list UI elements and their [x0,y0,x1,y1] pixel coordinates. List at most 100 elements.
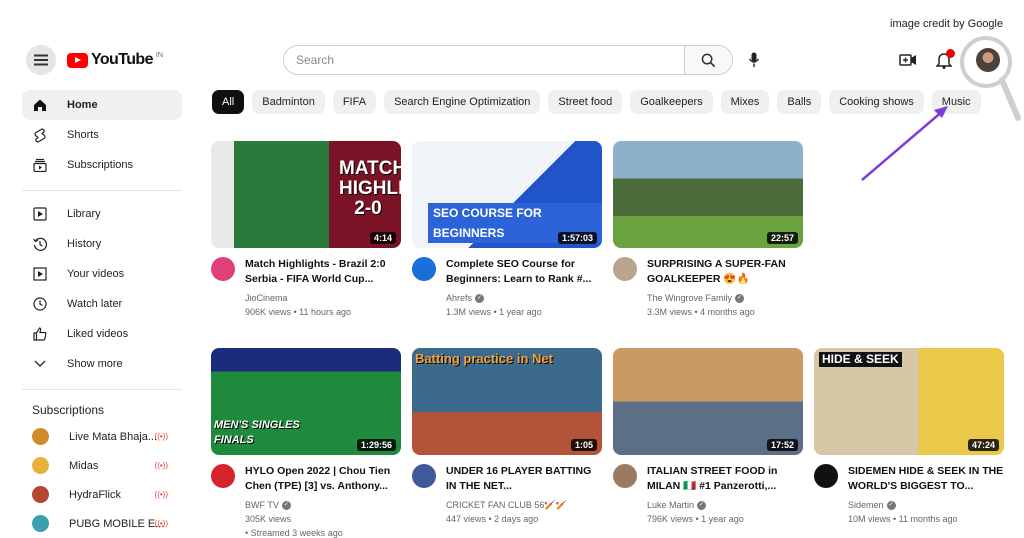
sidebar-item-library[interactable]: Library [22,199,182,229]
sidebar-item-liked-videos[interactable]: Liked videos [22,319,182,349]
video-thumbnail[interactable]: HIDE & SEEK 47:24 [814,348,1004,455]
shorts-icon [32,127,48,143]
channel-name[interactable]: Ahrefs [446,293,472,303]
sidebar-divider [22,389,182,390]
subscription-item[interactable]: HydraFlick ((•)) [22,480,182,509]
channel-avatar[interactable] [211,257,235,281]
sidebar-item-label: Your videos [67,268,125,280]
video-card[interactable]: 22:57 SURPRISING A SUPER-FAN GOALKEEPER … [613,141,803,319]
search-icon [701,53,716,67]
image-credit: image credit by Google [890,18,1004,30]
logo-country-code: IN [155,51,163,59]
sidebar-item-label: Home [67,99,98,111]
sidebar-item-watch-later[interactable]: Watch later [22,289,182,319]
channel-avatar[interactable] [814,464,838,488]
video-card[interactable]: MATCH HIGHLIGHTS 2-0 4:14 Match Highligh… [211,141,401,319]
youtube-play-icon [67,52,88,68]
hamburger-icon [34,59,48,61]
video-card[interactable]: SEO COURSE FOR BEGINNERS 1:57:03 Complet… [412,141,602,319]
sidebar-item-label: Subscriptions [67,159,134,171]
thumbnail-caption: MEN'S SINGLES FINALS [214,419,300,446]
channel-name[interactable]: Luke Martin [647,500,694,510]
sidebar-item-home[interactable]: Home [22,90,182,120]
video-card[interactable]: HIDE & SEEK 47:24 SIDEMEN HIDE & SEEK IN… [814,348,1004,526]
video-thumbnail[interactable]: 22:57 [613,141,803,248]
channel-name[interactable]: Sidemen [848,500,884,510]
video-duration: 4:14 [369,232,396,244]
chip-mixes[interactable]: Mixes [720,90,770,114]
video-duration: 1:29:56 [356,439,396,451]
search-button[interactable] [684,46,732,74]
subscription-item[interactable]: Live Mata Bhaja... ((•)) [22,422,182,451]
live-icon: ((•)) [154,490,168,499]
chip-balls[interactable]: Balls [777,90,822,114]
sidebar-item-subscriptions[interactable]: Subscriptions [22,150,182,180]
channel-name[interactable]: CRICKET FAN CLUB 56🏏🏏 [446,498,602,512]
channel-avatar[interactable] [613,257,637,281]
chip-goalkeepers[interactable]: Goalkeepers [630,90,713,114]
search-input[interactable] [284,46,684,74]
chip-badminton[interactable]: Badminton [252,90,325,114]
sidebar-item-history[interactable]: History [22,229,182,259]
video-card[interactable]: 17:52 ITALIAN STREET FOOD in MILAN 🇮🇹 #1… [613,348,803,526]
your-videos-icon [32,266,48,282]
video-thumbnail[interactable]: SEO COURSE FOR BEGINNERS 1:57:03 [412,141,602,248]
video-thumbnail[interactable]: Batting practice in Net 1:05 [412,348,602,455]
subscription-label: HydraFlick [69,488,121,501]
sidebar-item-label: History [67,238,102,250]
video-duration: 17:52 [766,439,798,451]
subscriptions-icon [32,157,48,173]
chip-seo[interactable]: Search Engine Optimization [384,90,541,114]
voice-search-button[interactable] [739,45,769,75]
channel-avatar[interactable] [412,257,436,281]
video-stats: 305K views [245,514,292,524]
video-stats: 447 views • 2 days ago [446,514,539,524]
sidebar-item-label: Watch later [67,298,123,310]
video-title[interactable]: UNDER 16 PLAYER BATTING IN THE NET... [446,464,602,494]
video-duration: 1:05 [570,439,597,451]
subscription-item[interactable]: Midas ((•)) [22,451,182,480]
youtube-logo[interactable]: YouTube IN [67,51,163,69]
channel-avatar [32,457,49,474]
sidebar-item-show-more[interactable]: Show more [22,349,182,379]
chip-fifa[interactable]: FIFA [332,90,377,114]
video-title[interactable]: Match Highlights - Brazil 2:0 Serbia - F… [245,257,401,287]
video-title[interactable]: HYLO Open 2022 | Chou Tien Chen (TPE) [3… [245,464,401,494]
channel-name[interactable]: BWF TV [245,500,279,510]
sidebar-item-label: Liked videos [67,328,129,340]
thumbnail-caption: Batting practice in Net [415,351,553,366]
video-title[interactable]: SURPRISING A SUPER-FAN GOALKEEPER 😍🔥 [647,257,803,287]
sidebar-item-label: Library [67,208,101,220]
sidebar-item-shorts[interactable]: Shorts [22,120,182,150]
sidebar-item-label: Shorts [67,129,99,141]
verified-icon: ✓ [697,501,707,511]
video-card[interactable]: MEN'S SINGLES FINALS 1:29:56 HYLO Open 2… [211,348,401,538]
chip-all[interactable]: All [212,90,245,114]
channel-avatar[interactable] [613,464,637,488]
video-thumbnail[interactable]: MEN'S SINGLES FINALS 1:29:56 [211,348,401,455]
video-title[interactable]: SIDEMEN HIDE & SEEK IN THE WORLD'S BIGGE… [848,464,1004,494]
live-icon: ((•)) [154,432,168,441]
video-stream-date: • Streamed 3 weeks ago [245,528,343,538]
create-button[interactable] [896,48,920,72]
video-stats: 10M views • 11 months ago [848,514,958,524]
video-title[interactable]: ITALIAN STREET FOOD in MILAN 🇮🇹 #1 Panze… [647,464,803,494]
video-card[interactable]: Batting practice in Net 1:05 UNDER 16 PL… [412,348,602,526]
chip-street-food[interactable]: Street food [548,90,623,114]
channel-avatar [32,515,49,532]
channel-name[interactable]: The Wingrove Family [647,293,732,303]
logo-text: YouTube [91,51,153,68]
channel-avatar[interactable] [412,464,436,488]
video-thumbnail[interactable]: MATCH HIGHLIGHTS 2-0 4:14 [211,141,401,248]
video-duration: 1:57:03 [557,232,597,244]
channel-avatar[interactable] [211,464,235,488]
sidebar-item-your-videos[interactable]: Your videos [22,259,182,289]
channel-name[interactable]: JioCinema [245,291,401,305]
video-title[interactable]: Complete SEO Course for Beginners: Learn… [446,257,602,287]
create-video-icon [899,54,916,66]
subscription-item[interactable]: PUBG MOBILE E... ((•)) [22,509,182,538]
menu-button[interactable] [26,45,56,75]
video-duration: 47:24 [967,439,999,451]
video-thumbnail[interactable]: 17:52 [613,348,803,455]
history-icon [32,236,48,252]
